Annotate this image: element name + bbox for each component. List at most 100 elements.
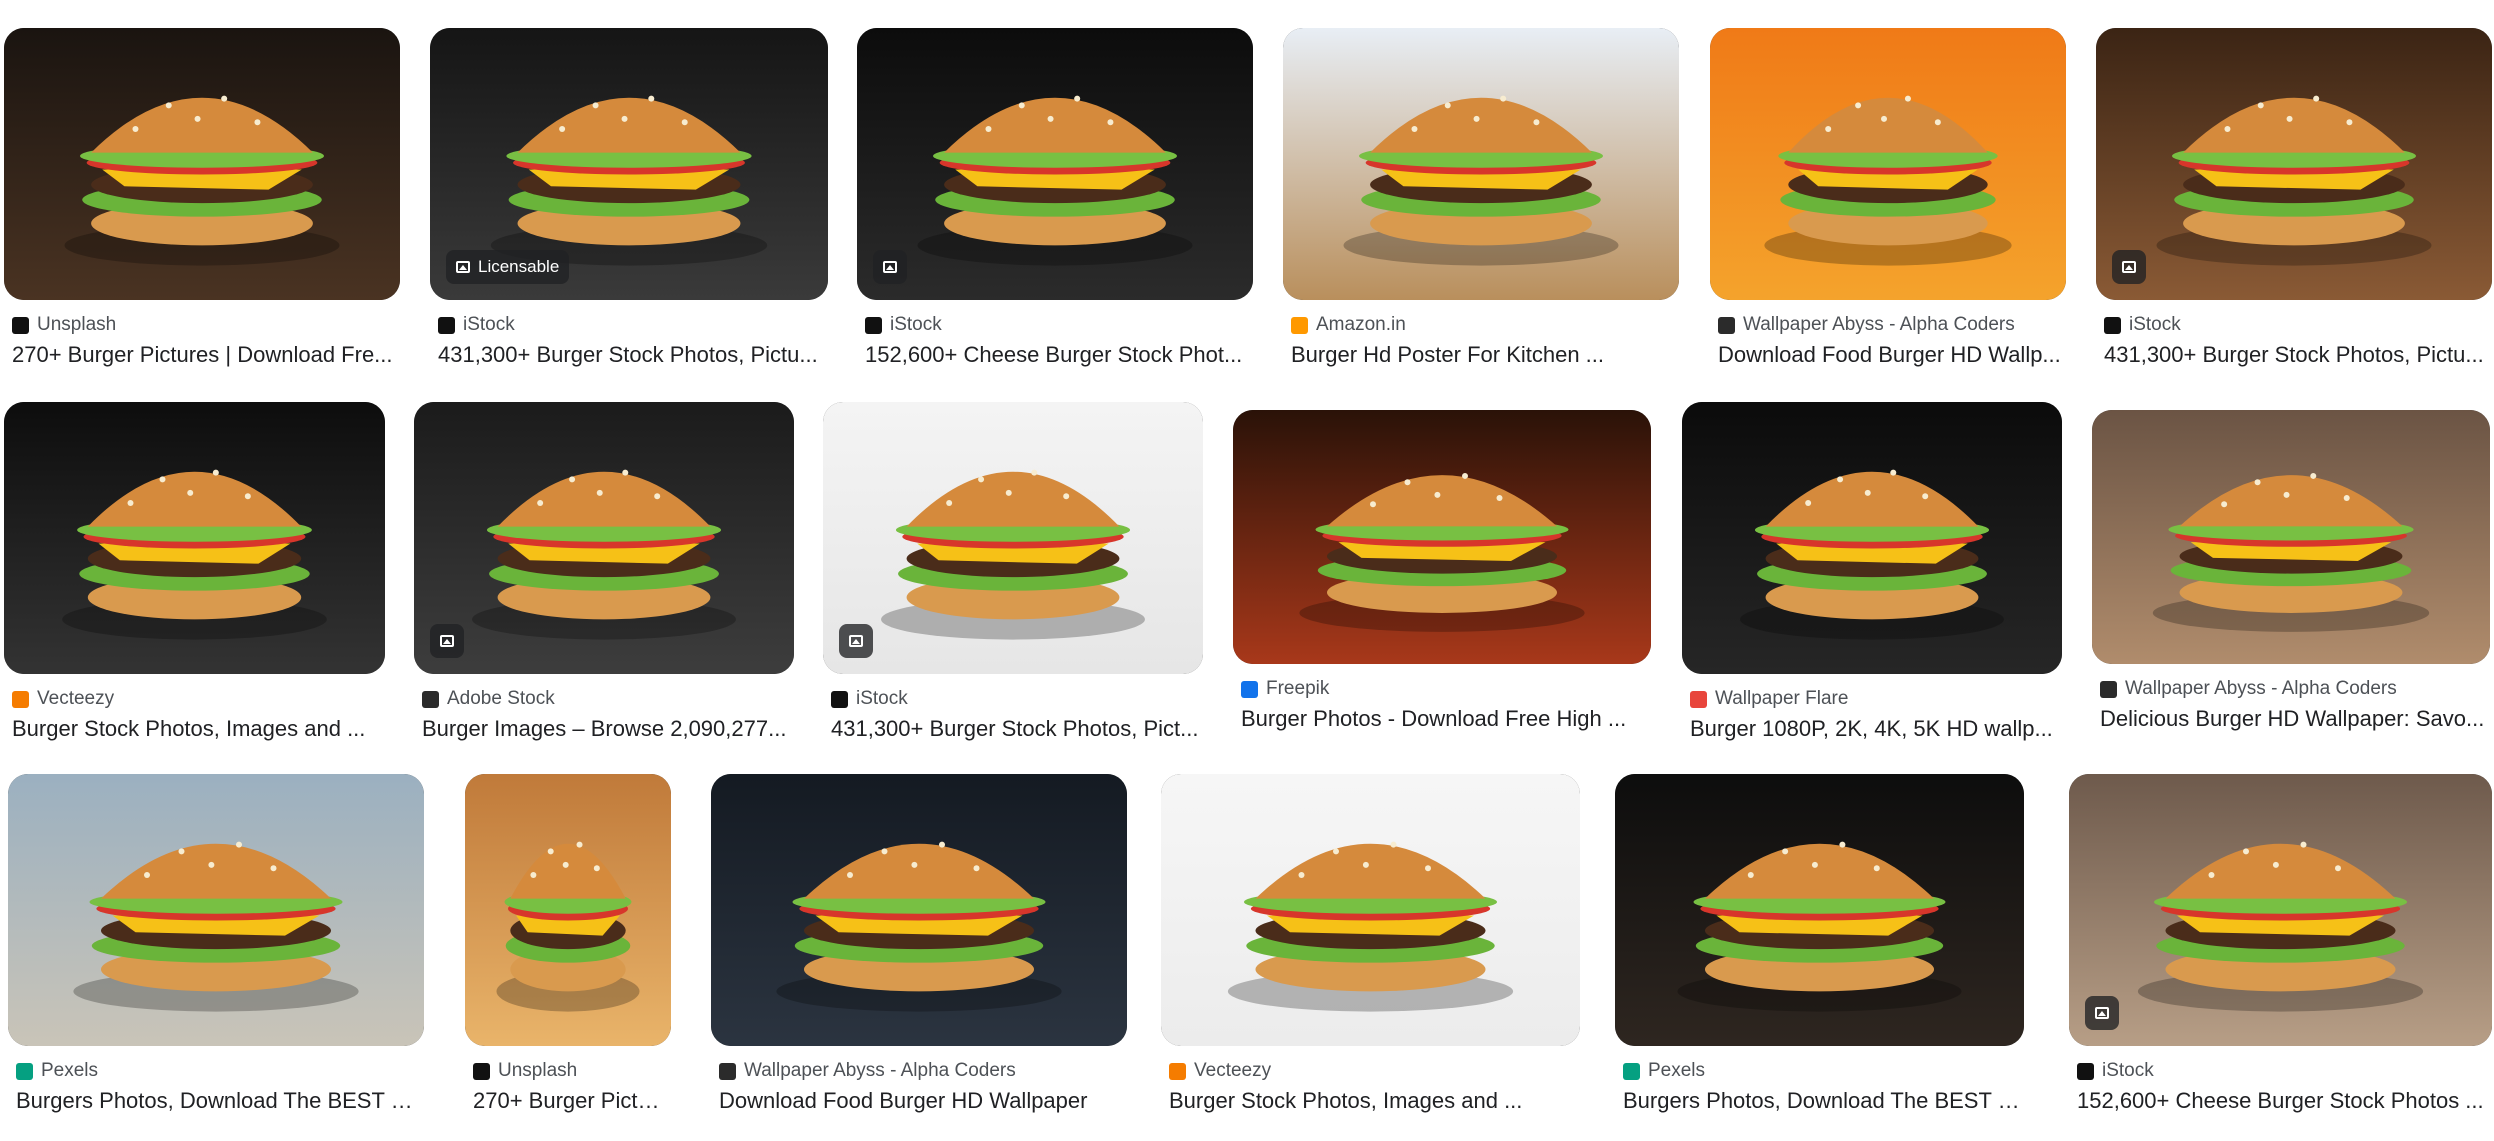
result-card[interactable]: Wallpaper Abyss - Alpha Coders Download F… [1710,28,2066,395]
burger-photo [1283,28,1679,300]
result-thumbnail[interactable] [4,402,385,674]
result-source[interactable]: Unsplash [12,314,400,336]
result-thumbnail[interactable] [1233,410,1651,664]
result-source[interactable]: Wallpaper Abyss - Alpha Coders [1718,314,2066,336]
result-thumbnail[interactable] [1283,28,1679,300]
result-title[interactable]: Delicious Burger HD Wallpaper: Savo... [2100,706,2490,732]
result-card[interactable]: Adobe Stock Burger Images – Browse 2,090,… [414,402,794,769]
result-card[interactable]: iStock 431,300+ Burger Stock Photos, Pict… [2096,28,2492,395]
result-thumbnail[interactable] [465,774,671,1046]
source-name: iStock [890,314,942,335]
result-title[interactable]: Burger Photos - Download Free High ... [1241,706,1651,732]
result-thumbnail[interactable] [2069,774,2492,1046]
result-title[interactable]: 431,300+ Burger Stock Photos, Pictu... [2104,342,2492,368]
result-title[interactable]: Burger 1080P, 2K, 4K, 5K HD wallp... [1690,716,2062,742]
result-card[interactable]: iStock 152,600+ Cheese Burger Stock Phot.… [857,28,1253,395]
result-source[interactable]: Adobe Stock [422,688,794,710]
image-badge [2112,250,2146,284]
result-card[interactable]: Licensable iStock 431,300+ Burger Stock Ph… [430,28,828,395]
result-card[interactable]: Wallpaper Abyss - Alpha Coders Delicious … [2092,410,2490,759]
source-name: Wallpaper Abyss - Alpha Coders [2125,678,2397,699]
result-thumbnail[interactable] [823,402,1203,674]
result-thumbnail[interactable] [414,402,794,674]
vecteezy-icon [1169,1062,1186,1080]
result-source[interactable]: iStock [2104,314,2492,336]
result-card[interactable]: Unsplash 270+ Burger Pictur... [465,774,671,1141]
adobe-stock-icon [422,690,439,708]
result-title[interactable]: Download Food Burger HD Wallp... [1718,342,2066,368]
burger-photo [823,402,1203,674]
result-source[interactable]: iStock [438,314,828,336]
istock-icon [2077,1062,2094,1080]
source-name: Wallpaper Abyss - Alpha Coders [744,1060,1016,1081]
result-thumbnail[interactable] [857,28,1253,300]
result-card[interactable]: Pexels Burgers Photos, Download The BEST … [1615,774,2024,1141]
burger-photo [1615,774,2024,1046]
result-card[interactable]: Freepik Burger Photos - Download Free Hig… [1233,410,1651,759]
source-name: iStock [856,688,908,709]
istock-icon [865,316,882,334]
source-name: Amazon.in [1316,314,1406,335]
result-title[interactable]: Burger Stock Photos, Images and ... [1169,1088,1580,1114]
result-thumbnail[interactable] [2092,410,2490,664]
result-source[interactable]: Freepik [1241,678,1651,700]
result-thumbnail[interactable] [4,28,400,300]
result-source[interactable]: iStock [2077,1060,2492,1082]
result-title[interactable]: 152,600+ Cheese Burger Stock Phot... [865,342,1253,368]
image-icon [456,261,470,273]
result-card[interactable]: Amazon.in Burger Hd Poster For Kitchen ..… [1283,28,1679,395]
burger-photo [711,774,1127,1046]
result-title[interactable]: Burgers Photos, Download The BEST Fr... [16,1088,424,1114]
result-card[interactable]: Wallpaper Abyss - Alpha Coders Download F… [711,774,1127,1141]
source-name: iStock [463,314,515,335]
result-title[interactable]: Download Food Burger HD Wallpaper [719,1088,1127,1114]
result-card[interactable]: Wallpaper Flare Burger 1080P, 2K, 4K, 5K … [1682,402,2062,769]
result-source[interactable]: Vecteezy [12,688,385,710]
result-source[interactable]: Wallpaper Abyss - Alpha Coders [2100,678,2490,700]
unsplash-icon [473,1062,490,1080]
result-title[interactable]: Burger Hd Poster For Kitchen ... [1291,342,1679,368]
result-title[interactable]: 431,300+ Burger Stock Photos, Pict... [831,716,1203,742]
result-card[interactable]: iStock 152,600+ Cheese Burger Stock Photo… [2069,774,2492,1141]
result-source[interactable]: Pexels [16,1060,424,1082]
source-name: Pexels [1648,1060,1706,1081]
result-card[interactable]: Unsplash 270+ Burger Pictures | Download … [4,28,400,395]
source-name: Adobe Stock [447,688,555,709]
result-card[interactable]: Vecteezy Burger Stock Photos, Images and … [4,402,385,769]
result-source[interactable]: Wallpaper Abyss - Alpha Coders [719,1060,1127,1082]
result-title[interactable]: 152,600+ Cheese Burger Stock Photos ... [2077,1088,2492,1114]
result-thumbnail[interactable]: Licensable [430,28,828,300]
result-thumbnail[interactable] [1615,774,2024,1046]
result-source[interactable]: Unsplash [473,1060,671,1082]
result-thumbnail[interactable] [1710,28,2066,300]
result-title[interactable]: Burger Images – Browse 2,090,277... [422,716,794,742]
source-name: Wallpaper Flare [1715,688,1849,709]
result-thumbnail[interactable] [711,774,1127,1046]
source-name: Vecteezy [37,688,115,709]
result-thumbnail[interactable] [1682,402,2062,674]
result-source[interactable]: iStock [831,688,1203,710]
result-thumbnail[interactable] [1161,774,1580,1046]
result-source[interactable]: iStock [865,314,1253,336]
result-card[interactable]: Vecteezy Burger Stock Photos, Images and … [1161,774,1580,1141]
source-name: Wallpaper Abyss - Alpha Coders [1743,314,2015,335]
result-card[interactable]: Pexels Burgers Photos, Download The BEST … [8,774,424,1141]
burger-photo [2096,28,2492,300]
image-icon [883,261,897,273]
burger-photo [1710,28,2066,300]
result-title[interactable]: Burgers Photos, Download The BEST Fr... [1623,1088,2024,1114]
result-source[interactable]: Vecteezy [1169,1060,1580,1082]
result-thumbnail[interactable] [2096,28,2492,300]
result-source[interactable]: Wallpaper Flare [1690,688,2062,710]
result-title[interactable]: Burger Stock Photos, Images and ... [12,716,385,742]
image-icon [2095,1007,2109,1019]
freepik-icon [1241,680,1258,698]
burger-photo [1682,402,2062,674]
result-thumbnail[interactable] [8,774,424,1046]
result-card[interactable]: iStock 431,300+ Burger Stock Photos, Pict… [823,402,1203,769]
result-title[interactable]: 270+ Burger Pictur... [473,1088,671,1114]
result-source[interactable]: Pexels [1623,1060,2024,1082]
result-source[interactable]: Amazon.in [1291,314,1679,336]
result-title[interactable]: 431,300+ Burger Stock Photos, Pictu... [438,342,828,368]
result-title[interactable]: 270+ Burger Pictures | Download Fre... [12,342,400,368]
